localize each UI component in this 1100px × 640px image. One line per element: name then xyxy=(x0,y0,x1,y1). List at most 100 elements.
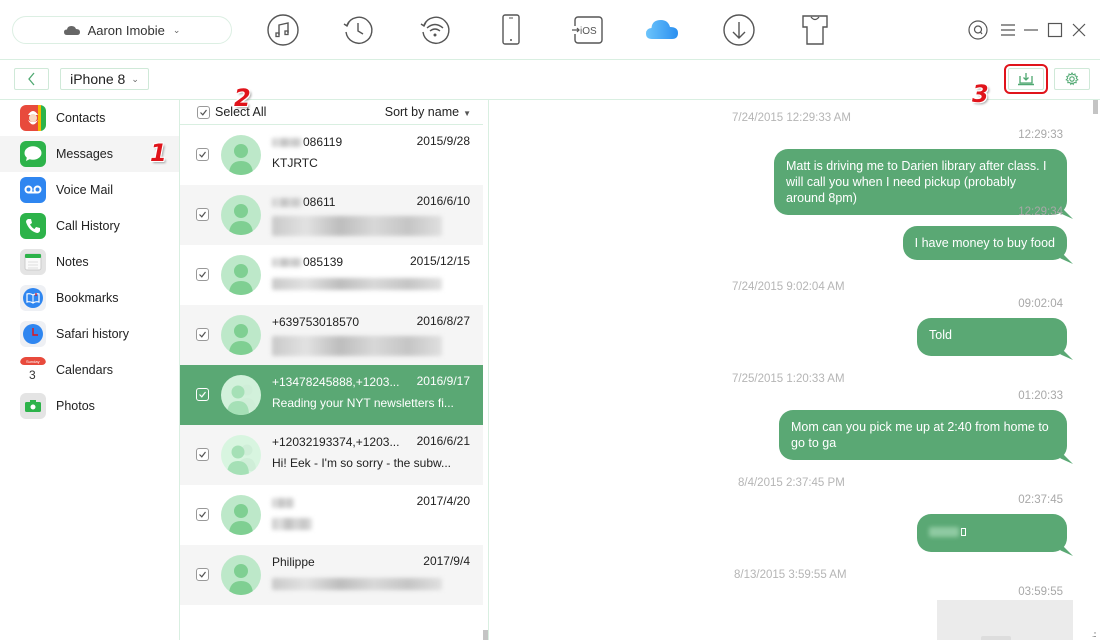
message-bubble[interactable]: Told xyxy=(917,318,1067,356)
account-selector[interactable]: Aaron Imobie ⌄ xyxy=(12,16,232,44)
message-snippet: Hi! Eek - I'm so sorry - the subw... xyxy=(272,456,452,470)
close-icon xyxy=(1072,23,1086,37)
message-time: 12:29:33 xyxy=(1018,129,1063,141)
conversation-checkbox[interactable] xyxy=(196,148,209,161)
conversation-row[interactable]: +12032193374,+1203... 2016/6/21 Hi! Eek - … xyxy=(180,425,483,485)
ios-mover-icon: iOS xyxy=(572,16,603,44)
message-text: Told xyxy=(929,328,952,342)
sidebar-item-calendars[interactable]: Sunday 3 Calendars xyxy=(0,352,179,388)
conversation-checkbox[interactable] xyxy=(196,208,209,221)
message-bubble[interactable]: Mom can you pick me up at 2:40 from home… xyxy=(779,410,1067,460)
select-all-checkbox[interactable] xyxy=(197,106,210,119)
sidebar-label: Call History xyxy=(56,219,120,233)
contact-name: Philippe xyxy=(272,555,315,569)
sidebar-label: Notes xyxy=(56,255,89,269)
itunes-library-button[interactable] xyxy=(265,12,301,48)
itunes-backup-button[interactable] xyxy=(340,12,376,48)
image-attachment[interactable] xyxy=(937,600,1073,640)
message-text: Mom can you pick me up at 2:40 from home… xyxy=(791,420,1049,450)
sidebar-item-voice-mail[interactable]: Voice Mail xyxy=(0,172,179,208)
contact-avatar xyxy=(221,255,261,295)
chevron-down-icon: ⌄ xyxy=(131,73,139,84)
contact-avatar xyxy=(221,495,261,535)
export-to-computer-button[interactable] xyxy=(1004,64,1048,94)
checkmark-icon xyxy=(199,331,206,338)
conversation-row[interactable]: Philippe 2017/9/4 xyxy=(180,545,483,605)
conversation-row[interactable]: +639753018570 2016/8/27 xyxy=(180,305,483,365)
message-bubble[interactable]: I have money to buy food xyxy=(902,226,1067,260)
settings-button[interactable] xyxy=(1054,68,1090,90)
device-name: iPhone 8 xyxy=(70,71,126,87)
blurred-snippet xyxy=(272,277,442,290)
annotation-1: 1 xyxy=(150,139,167,167)
conversation-date: 2017/9/4 xyxy=(423,554,470,568)
blurred-snippet xyxy=(272,577,442,590)
close-button[interactable] xyxy=(1067,18,1091,42)
unknown-glyph xyxy=(961,527,966,536)
sort-dropdown[interactable]: Sort by name ▼ xyxy=(385,105,471,119)
message-snippet: Reading your NYT newsletters fi... xyxy=(272,396,454,410)
sidebar-item-bookmarks[interactable]: Bookmarks xyxy=(0,280,179,316)
date-separator: 8/4/2015 2:37:45 PM xyxy=(738,477,845,489)
blurred-name-prefix xyxy=(272,138,302,148)
resize-grip-icon[interactable]: .:: xyxy=(1092,630,1097,639)
message-time: 09:02:04 xyxy=(1018,298,1063,310)
svg-text:Sunday: Sunday xyxy=(26,359,40,364)
sidebar-label: Messages xyxy=(56,147,113,161)
wifi-restore-icon xyxy=(420,16,450,44)
search-button[interactable] xyxy=(966,18,990,42)
messages-icon xyxy=(20,141,46,167)
conversation-row[interactable]: 2017/4/20 xyxy=(180,485,483,545)
back-button[interactable] xyxy=(14,68,49,90)
conversation-list: Select All Sort by name ▼ 086119 2015/9/28… xyxy=(180,100,489,640)
list-header: Select All Sort by name ▼ xyxy=(180,100,483,125)
device-manager-button[interactable] xyxy=(493,12,529,48)
phone-icon xyxy=(502,14,520,45)
menu-button[interactable] xyxy=(996,18,1020,42)
ios-mover-button[interactable]: iOS xyxy=(569,12,605,48)
sidebar-item-contacts[interactable]: Contacts xyxy=(0,100,179,136)
sidebar-item-safari-history[interactable]: Safari history xyxy=(0,316,179,352)
chevron-left-icon xyxy=(27,72,34,86)
sidebar-item-call-history[interactable]: Call History xyxy=(0,208,179,244)
conversation-row[interactable]: 08611 2016/6/10 xyxy=(180,185,483,245)
caret-down-icon: ▼ xyxy=(463,109,471,118)
conversation-row[interactable]: 086119 2015/9/28 KTJRTC xyxy=(180,125,483,185)
conversation-checkbox[interactable] xyxy=(196,508,209,521)
export-to-computer-icon xyxy=(1018,73,1034,86)
list-scrollbar[interactable] xyxy=(483,630,488,640)
checkmark-icon xyxy=(199,151,206,158)
call-history-icon xyxy=(20,213,46,239)
conversation-checkbox[interactable] xyxy=(196,328,209,341)
conversation-checkbox[interactable] xyxy=(196,388,209,401)
annotation-2: 2 xyxy=(234,84,251,112)
svg-text:iOS: iOS xyxy=(580,26,597,37)
icloud-manager-button[interactable] xyxy=(644,12,680,48)
contacts-icon xyxy=(20,105,46,131)
minimize-button[interactable] xyxy=(1019,18,1043,42)
date-separator: 7/24/2015 9:02:04 AM xyxy=(732,281,845,293)
chat-scrollbar[interactable] xyxy=(1093,100,1098,114)
message-bubble[interactable] xyxy=(917,514,1067,552)
message-time: 02:37:45 xyxy=(1018,494,1063,506)
checkmark-icon xyxy=(199,211,206,218)
icloud-icon xyxy=(646,20,678,39)
message-text: I have money to buy food xyxy=(914,236,1055,250)
conversation-checkbox[interactable] xyxy=(196,568,209,581)
blurred-name-prefix xyxy=(272,258,302,268)
conversation-row[interactable]: +13478245888,+1203... 2016/9/17 Reading yo… xyxy=(180,365,483,425)
group-avatar xyxy=(221,435,261,475)
maximize-button[interactable] xyxy=(1043,18,1067,42)
conversation-checkbox[interactable] xyxy=(196,448,209,461)
sidebar-label: Bookmarks xyxy=(56,291,119,305)
video-downloader-button[interactable] xyxy=(721,12,757,48)
ringtone-maker-button[interactable] xyxy=(797,12,833,48)
minimize-icon xyxy=(1024,29,1038,31)
sidebar-item-photos[interactable]: Photos xyxy=(0,388,179,424)
conversation-checkbox[interactable] xyxy=(196,268,209,281)
sidebar-item-notes[interactable]: Notes xyxy=(0,244,179,280)
air-backup-button[interactable] xyxy=(417,12,453,48)
conversation-row[interactable]: 085139 2015/12/15 xyxy=(180,245,483,305)
device-selector[interactable]: iPhone 8 ⌄ xyxy=(60,68,149,90)
message-time: 03:59:55 xyxy=(1018,586,1063,598)
